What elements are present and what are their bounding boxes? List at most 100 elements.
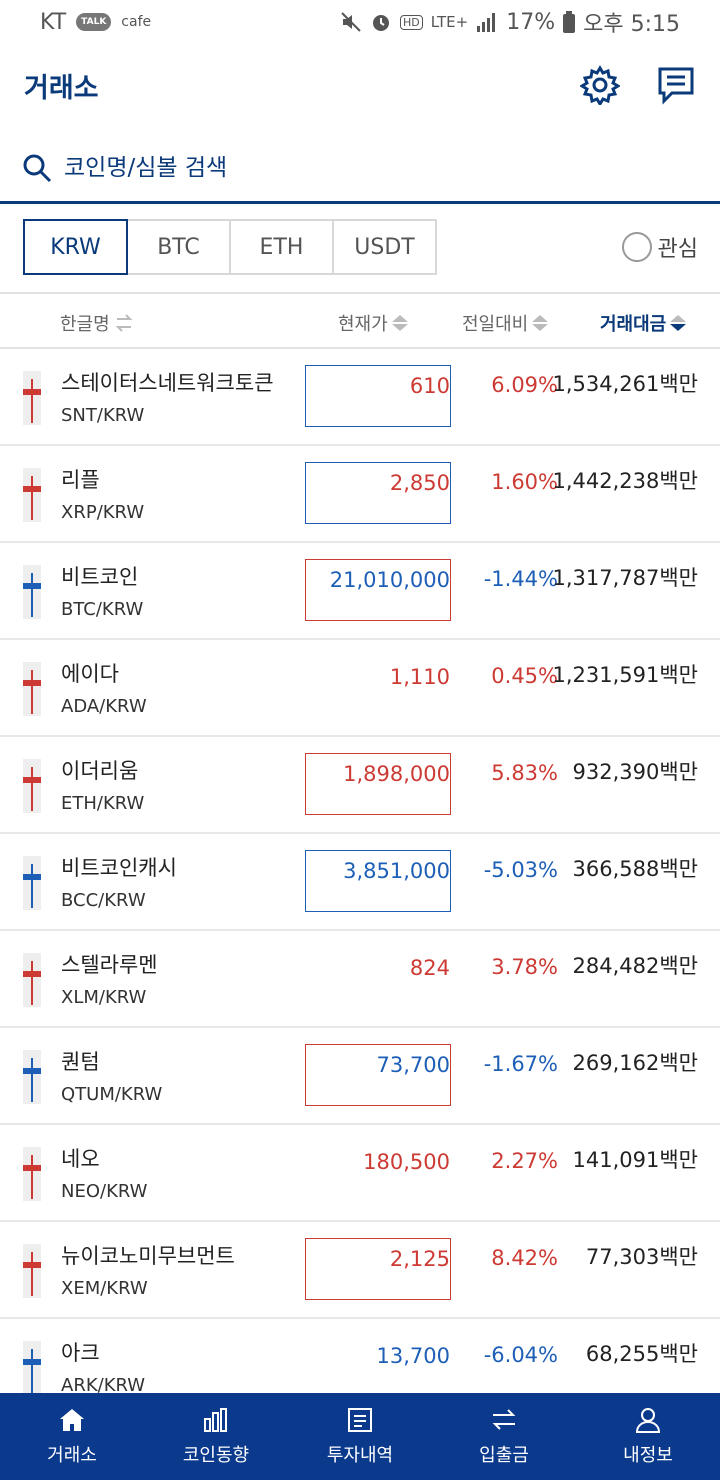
tab-btc[interactable]: BTC <box>126 219 231 275</box>
coin-volume: 1,231,591백만 <box>552 663 698 687</box>
coin-name: 비트코인 <box>61 565 139 589</box>
transfer-icon <box>492 1408 516 1430</box>
coin-row[interactable]: 이더리움 ETH/KRW 1,898,000 5.83% 932,390백만 <box>0 737 720 834</box>
status-bar: KT TALK cafe HD LTE+ 17% 오후 5:15 <box>0 0 720 44</box>
user-icon <box>635 1407 661 1433</box>
app-bar: 거래소 <box>0 44 720 126</box>
nav-label: 내정보 <box>623 1444 673 1466</box>
coin-price: 824 <box>409 956 450 980</box>
column-name-label: 한글명 <box>60 314 110 335</box>
coin-change: -5.03% <box>483 858 558 882</box>
coin-row[interactable]: 네오 NEO/KRW 180,500 2.27% 141,091백만 <box>0 1125 720 1222</box>
coin-price: 1,110 <box>389 665 450 689</box>
coin-change: 8.42% <box>491 1246 558 1270</box>
coin-price: 180,500 <box>363 1150 450 1174</box>
chat-icon[interactable] <box>656 65 696 105</box>
coin-volume: 68,255백만 <box>585 1342 698 1366</box>
candle-icon <box>23 1050 41 1104</box>
sort-arrows-icon <box>532 315 549 331</box>
battery-percent: 17% <box>506 9 556 35</box>
coin-row[interactable]: 스테이터스네트워크토큰 SNT/KRW 610 6.09% 1,534,261백… <box>0 349 720 446</box>
nav-label: 투자내역 <box>326 1444 394 1466</box>
coin-name: 스테이터스네트워크토큰 <box>61 371 274 395</box>
table-header: 한글명 현재가 전일대비 거래대금 <box>0 292 720 349</box>
coin-change: 5.83% <box>491 761 558 785</box>
coin-price: 1,898,000 <box>305 753 451 815</box>
column-change-label: 전일대비 <box>462 314 529 335</box>
nav-exchange[interactable]: 거래소 <box>0 1393 144 1480</box>
coin-volume: 1,442,238백만 <box>552 469 698 493</box>
coin-symbol: NEO/KRW <box>61 1181 148 1202</box>
nav-my-info[interactable]: 내정보 <box>576 1393 720 1480</box>
candle-icon <box>23 1244 41 1298</box>
alarm-icon <box>372 15 389 31</box>
coin-symbol: BCC/KRW <box>61 890 146 911</box>
coin-name: 에이다 <box>61 662 119 686</box>
coin-volume: 1,534,261백만 <box>552 372 698 396</box>
coin-row[interactable]: 리플 XRP/KRW 2,850 1.60% 1,442,238백만 <box>0 446 720 543</box>
home-icon <box>60 1408 84 1431</box>
candle-icon <box>23 953 41 1007</box>
radio-icon[interactable] <box>621 232 652 262</box>
gear-icon[interactable] <box>579 65 621 107</box>
kakaotalk-icon: TALK <box>76 13 112 31</box>
column-price-label: 현재가 <box>338 314 388 335</box>
candle-icon <box>23 759 41 813</box>
nav-label: 코인동향 <box>182 1444 250 1466</box>
nav-deposit-withdraw[interactable]: 입출금 <box>432 1393 576 1480</box>
coin-symbol: XEM/KRW <box>61 1278 148 1299</box>
bottom-nav: 거래소 코인동향 투자내역 입출금 내정보 <box>0 1393 720 1480</box>
page-title: 거래소 <box>24 72 99 104</box>
column-volume-sort[interactable]: 거래대금 <box>600 310 687 336</box>
tab-eth[interactable]: ETH <box>229 219 334 275</box>
swap-sort-icon <box>115 314 133 332</box>
coin-row[interactable]: 비트코인캐시 BCC/KRW 3,851,000 -5.03% 366,588백… <box>0 834 720 931</box>
mute-icon <box>341 12 361 32</box>
coin-change: 0.45% <box>491 664 558 688</box>
coin-row[interactable]: 퀀텀 QTUM/KRW 73,700 -1.67% 269,162백만 <box>0 1028 720 1125</box>
candle-icon <box>23 856 41 910</box>
column-price-sort[interactable]: 현재가 <box>338 310 408 336</box>
coin-row[interactable]: 에이다 ADA/KRW 1,110 0.45% 1,231,591백만 <box>0 640 720 737</box>
coin-change: -1.67% <box>483 1052 558 1076</box>
coin-symbol: XRP/KRW <box>61 502 145 523</box>
candle-icon <box>23 565 41 619</box>
coin-row[interactable]: 비트코인 BTC/KRW 21,010,000 -1.44% 1,317,787… <box>0 543 720 640</box>
coin-symbol: ETH/KRW <box>61 793 145 814</box>
coin-price: 13,700 <box>376 1344 450 1368</box>
column-name-sort[interactable]: 한글명 <box>60 310 134 336</box>
coin-name: 퀀텀 <box>61 1050 100 1074</box>
candle-icon <box>23 662 41 716</box>
coin-change: 6.09% <box>491 373 558 397</box>
favorite-label: 관심 <box>657 237 698 262</box>
coin-row[interactable]: 아크 ARK/KRW 13,700 -6.04% 68,255백만 <box>0 1319 720 1393</box>
coin-symbol: ARK/KRW <box>61 1375 146 1393</box>
coin-volume: 284,482백만 <box>572 954 698 978</box>
coin-volume: 1,317,787백만 <box>552 566 698 590</box>
favorite-toggle[interactable]: 관심 <box>621 231 698 263</box>
coin-volume: 366,588백만 <box>572 857 698 881</box>
network-label: LTE+ <box>430 13 469 31</box>
coin-name: 뉴이코노미무브먼트 <box>61 1244 235 1268</box>
candle-icon <box>23 371 41 425</box>
battery-icon <box>563 11 576 33</box>
search-icon <box>23 154 52 182</box>
tab-usdt[interactable]: USDT <box>332 219 437 275</box>
tab-krw[interactable]: KRW <box>23 219 128 275</box>
candle-icon <box>23 1147 41 1201</box>
nav-label: 거래소 <box>47 1444 97 1466</box>
coin-row[interactable]: 스텔라루멘 XLM/KRW 824 3.78% 284,482백만 <box>0 931 720 1028</box>
clock: 오후 5:15 <box>583 12 680 37</box>
nav-coin-trends[interactable]: 코인동향 <box>144 1393 288 1480</box>
column-change-sort[interactable]: 전일대비 <box>462 310 549 336</box>
search-input[interactable] <box>64 154 664 181</box>
carrier-label: KT <box>40 9 67 35</box>
coin-price: 3,851,000 <box>305 850 451 912</box>
sort-arrows-icon <box>670 315 687 331</box>
nav-investment-history[interactable]: 투자내역 <box>288 1393 432 1480</box>
signal-icon <box>477 13 496 32</box>
coin-symbol: ADA/KRW <box>61 696 147 717</box>
hd-voice-icon: HD <box>399 14 423 30</box>
search-bar[interactable] <box>0 134 720 204</box>
coin-row[interactable]: 뉴이코노미무브먼트 XEM/KRW 2,125 8.42% 77,303백만 <box>0 1222 720 1319</box>
